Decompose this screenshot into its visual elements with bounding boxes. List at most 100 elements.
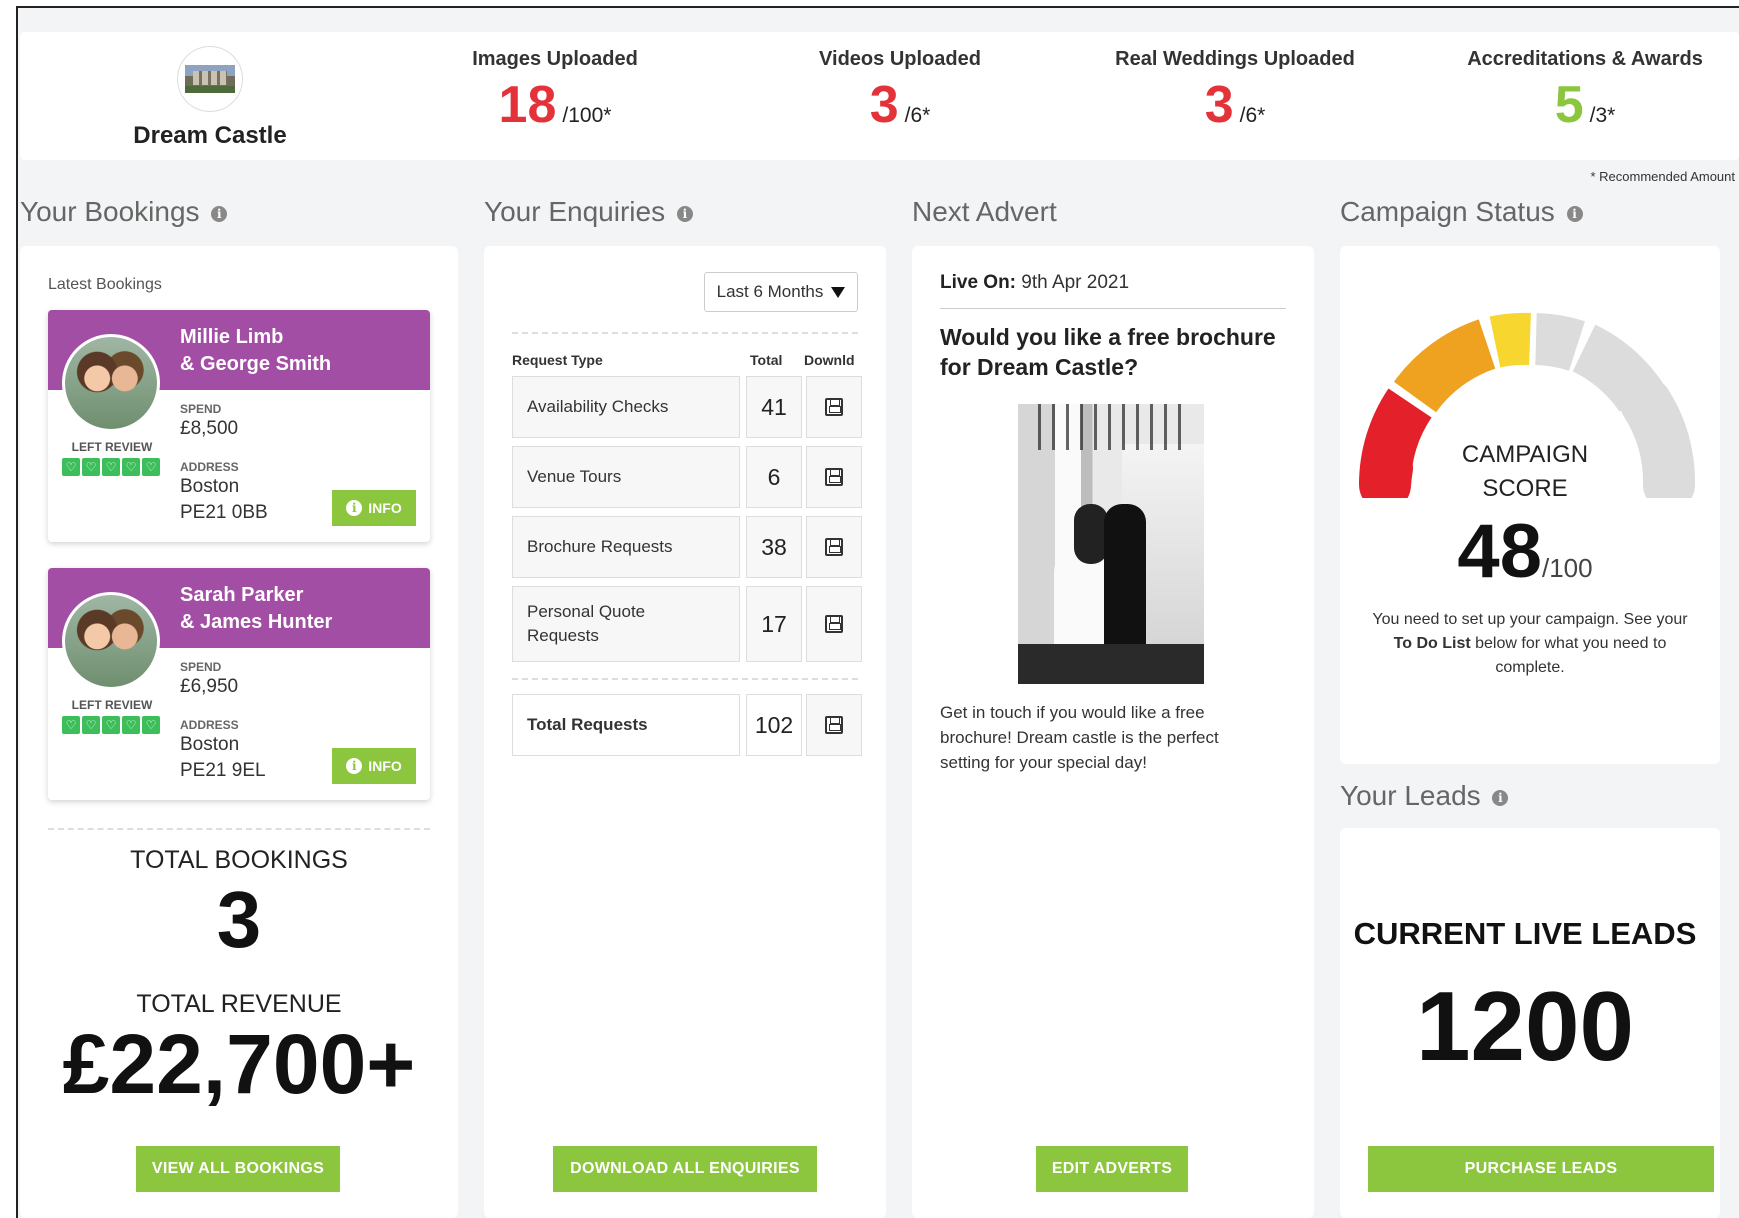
booking-card: Sarah Parker & James Hunter LEFT REVIEW ♡… <box>48 568 430 800</box>
address-line: PE21 9EL <box>180 760 266 781</box>
spend-value: £8,500 <box>180 418 239 439</box>
request-total: 41 <box>746 376 802 438</box>
leads-title: Your Leads i <box>1340 780 1509 812</box>
gauge-segment-yellow <box>1489 312 1531 368</box>
live-on-date: 9th Apr 2021 <box>1021 272 1130 293</box>
download-all-enquiries-button[interactable]: DOWNLOAD ALL ENQUIRIES <box>553 1146 817 1192</box>
download-button[interactable] <box>806 694 862 756</box>
booking-card: Millie Limb & George Smith LEFT REVIEW ♡ ♡… <box>48 310 430 542</box>
heart-icon: ♡ <box>142 716 160 734</box>
heart-icon: ♡ <box>102 716 120 734</box>
stat-label: Real Weddings Uploaded <box>1115 48 1355 70</box>
edit-adverts-button[interactable]: EDIT ADVERTS <box>1036 1146 1188 1192</box>
stat-label: Videos Uploaded <box>819 48 981 70</box>
info-icon[interactable]: i <box>676 205 693 222</box>
campaign-score-value: 48/100 <box>1340 508 1710 595</box>
campaign-title-text: Campaign Status <box>1340 196 1555 227</box>
info-icon: i <box>346 758 363 774</box>
headline-line: for Dream Castle? <box>940 354 1139 380</box>
stat-value: 3 <box>869 76 899 134</box>
advert-text: Get in touch if you would like a free bro… <box>940 700 1290 775</box>
save-icon <box>825 716 843 734</box>
heart-icon: ♡ <box>122 458 140 476</box>
heart-icon: ♡ <box>142 458 160 476</box>
advert-image <box>1018 404 1204 684</box>
stat-images: Images Uploaded 18/100* <box>455 48 655 135</box>
couple-name-line: Sarah Parker <box>180 584 304 606</box>
table-row: Personal Quote Requests 17 <box>512 586 862 662</box>
stat-max: /6* <box>904 104 931 127</box>
heart-icon: ♡ <box>62 716 80 734</box>
campaign-label-line: SCORE <box>1482 475 1568 502</box>
stat-accreditations: Accreditations & Awards 5/3* <box>1450 48 1720 135</box>
advert-text-line: Get in touch if you would like a free <box>940 703 1205 722</box>
booking-info-button[interactable]: i INFO <box>332 748 416 784</box>
left-review-label: LEFT REVIEW <box>71 440 153 454</box>
venue-logo <box>177 46 243 112</box>
download-button[interactable] <box>806 376 862 438</box>
avatar <box>62 592 160 690</box>
current-live-leads-label: CURRENT LIVE LEADS <box>1353 916 1697 951</box>
info-icon[interactable]: i <box>1492 789 1509 806</box>
dropdown-arrow-icon <box>831 286 846 298</box>
latest-bookings-label: Latest Bookings <box>48 276 162 293</box>
total-requests-label: Total Requests <box>512 694 740 756</box>
booking-info-button[interactable]: i INFO <box>332 490 416 526</box>
download-button[interactable] <box>806 586 862 662</box>
stat-videos: Videos Uploaded 3/6* <box>800 48 1000 135</box>
download-button[interactable] <box>806 516 862 578</box>
spend-label: SPEND <box>180 402 222 416</box>
venue-profile[interactable]: Dream Castle <box>80 46 340 150</box>
leads-title-text: Your Leads <box>1340 780 1481 811</box>
heart-icon: ♡ <box>122 716 140 734</box>
heart-icon: ♡ <box>102 458 120 476</box>
stat-max: /6* <box>1239 104 1266 127</box>
stat-label: Images Uploaded <box>472 48 638 70</box>
campaign-score-number: 48 <box>1457 509 1542 594</box>
bookings-panel: Latest Bookings Millie Limb & George Smit… <box>20 246 458 1218</box>
address-line: Boston <box>180 734 240 755</box>
heart-icon: ♡ <box>82 458 100 476</box>
save-icon <box>825 468 843 486</box>
info-icon[interactable]: i <box>211 205 228 222</box>
request-type-line: Personal Quote <box>527 602 646 621</box>
info-button-label: INFO <box>368 758 402 774</box>
campaign-score-max: /100 <box>1541 553 1593 583</box>
save-icon <box>825 538 843 556</box>
header-request-type: Request Type <box>512 352 603 368</box>
campaign-message-line: complete. <box>1495 659 1565 676</box>
total-revenue-label: TOTAL REVENUE <box>136 990 342 1018</box>
view-all-bookings-button[interactable]: VIEW ALL BOOKINGS <box>136 1146 340 1192</box>
request-type: Venue Tours <box>512 446 740 508</box>
stat-label: Accreditations & Awards <box>1467 48 1703 70</box>
campaign-panel: CAMPAIGN SCORE 48/100 You need to set up … <box>1340 246 1720 764</box>
divider <box>512 332 858 334</box>
total-row: Total Requests 102 <box>512 694 862 756</box>
live-on: Live On: 9th Apr 2021 <box>940 272 1129 294</box>
address-line: Boston <box>180 476 240 497</box>
info-button-label: INFO <box>368 500 402 516</box>
enquiries-title-text: Your Enquiries <box>484 196 666 227</box>
heart-icon: ♡ <box>62 458 80 476</box>
total-bookings-label: TOTAL BOOKINGS <box>130 846 348 874</box>
purchase-leads-button[interactable]: PURCHASE LEADS <box>1368 1146 1714 1192</box>
request-total: 38 <box>746 516 802 578</box>
info-icon[interactable]: i <box>1566 205 1583 222</box>
campaign-label-line: CAMPAIGN <box>1461 441 1589 468</box>
review-rating: ♡ ♡ ♡ ♡ ♡ <box>62 716 160 734</box>
campaign-score-label: CAMPAIGN SCORE <box>1340 438 1710 506</box>
save-icon <box>825 615 843 633</box>
bookings-title: Your Bookings i <box>20 196 228 228</box>
stat-max: /3* <box>1589 104 1616 127</box>
to-do-list-link[interactable]: To Do List <box>1394 635 1471 652</box>
info-icon: i <box>346 500 363 516</box>
stats-bar: Dream Castle Images Uploaded 18/100* Vid… <box>20 32 1739 160</box>
period-select[interactable]: Last 6 Months <box>704 272 858 312</box>
stat-value: 3 <box>1204 76 1234 134</box>
left-review-label: LEFT REVIEW <box>71 698 153 712</box>
gauge-segment-orange <box>1393 319 1496 413</box>
advert-headline: Would you like a free brochure for Dream … <box>940 322 1290 382</box>
live-on-label: Live On: <box>940 272 1017 293</box>
download-button[interactable] <box>806 446 862 508</box>
stat-value: 5 <box>1554 76 1584 134</box>
